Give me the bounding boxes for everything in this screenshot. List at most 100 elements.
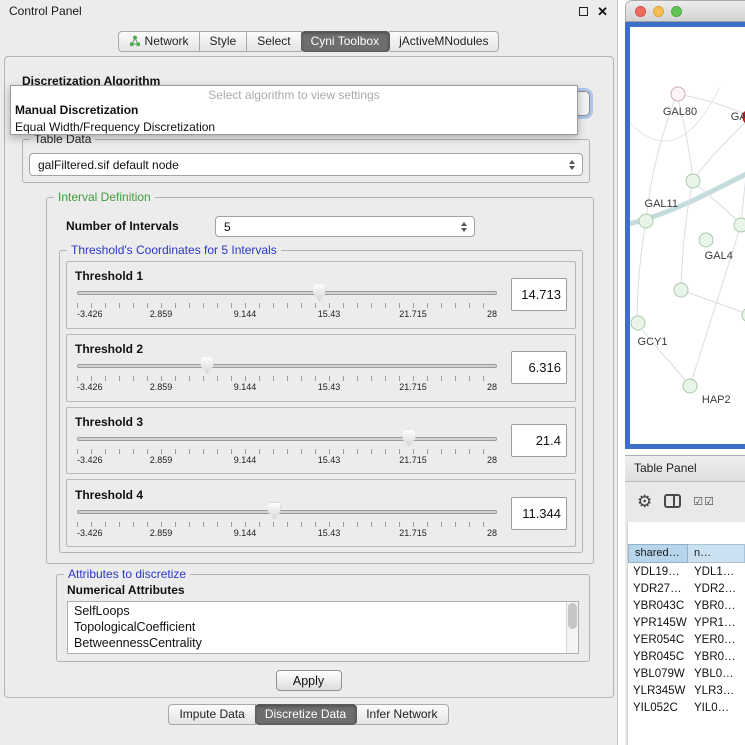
checkboxes-icon[interactable]: ☑☑ <box>693 495 715 508</box>
threshold-label: Threshold 4 <box>75 488 499 502</box>
threshold-label: Threshold 3 <box>75 415 499 429</box>
table-data-combo[interactable]: galFiltered.sif default node <box>29 153 583 176</box>
tab-label: Style <box>210 34 237 48</box>
table-data-group: Table Data galFiltered.sif default node <box>22 139 590 183</box>
tab-select[interactable]: Select <box>247 31 301 52</box>
network-node[interactable] <box>670 86 685 101</box>
table-row[interactable]: YBL079WYBL0… <box>628 665 745 682</box>
number-of-intervals-combo[interactable]: 5 <box>215 216 475 237</box>
bottom-tab-bar: Impute DataDiscretize DataInfer Network <box>0 704 617 725</box>
float-window-icon[interactable] <box>579 7 588 16</box>
table-cell: YLR3… <box>688 685 745 697</box>
table-panel-title: Table Panel <box>625 455 745 482</box>
gear-icon[interactable]: ⚙ <box>637 493 652 510</box>
threshold-slider[interactable] <box>77 284 497 302</box>
network-node[interactable] <box>630 316 645 331</box>
slider-thumb[interactable] <box>201 357 214 374</box>
tab-label: jActiveMNodules <box>399 34 488 48</box>
scrollbar-thumb[interactable] <box>568 603 577 629</box>
node-table: shared…n… YDL19…YDL1…YDR27…YDR2…YBR043CY… <box>627 522 745 745</box>
table-row[interactable]: YER054CYER0… <box>628 631 745 648</box>
slider-track[interactable] <box>77 291 497 295</box>
threshold-value-field[interactable]: 14.713 <box>511 278 567 311</box>
network-node-label: GA <box>731 111 745 123</box>
network-node-label: HAP2 <box>702 394 731 406</box>
threshold-value-field[interactable]: 21.4 <box>511 424 567 457</box>
tab-network[interactable]: Network <box>118 31 200 52</box>
slider-track[interactable] <box>77 437 497 441</box>
table-row[interactable]: YDR27…YDR2… <box>628 580 745 597</box>
slider-thumb[interactable] <box>313 284 326 301</box>
table-data-combo-value: galFiltered.sif default node <box>30 158 565 172</box>
network-node[interactable] <box>639 213 654 228</box>
network-node[interactable] <box>699 232 714 247</box>
slider-thumb[interactable] <box>402 430 415 447</box>
minimize-traffic-light[interactable] <box>653 6 664 17</box>
tab-impute-data[interactable]: Impute Data <box>168 704 255 725</box>
scale-label: 28 <box>487 382 497 392</box>
column-header[interactable]: n… <box>688 544 745 563</box>
apply-button[interactable]: Apply <box>276 670 342 691</box>
network-node[interactable] <box>674 282 689 297</box>
table-panel: ⚙ ☑☑ shared…n… YDL19…YDL1…YDR27…YDR2…YBR… <box>625 482 745 745</box>
table-row[interactable]: YDL19…YDL1… <box>628 563 745 580</box>
network-node-label: GAL4 <box>705 250 733 262</box>
scale-label: 2.859 <box>150 309 173 319</box>
network-focus-frame: GAL80GAGAL11GAL4GCY1HAP2 <box>625 22 745 449</box>
tab-infer-network[interactable]: Infer Network <box>356 704 448 725</box>
attribute-item[interactable]: TopologicalCoefficient <box>74 619 578 635</box>
scale-label: 9.144 <box>234 309 257 319</box>
close-icon[interactable]: ✕ <box>597 5 608 18</box>
tab-cyni-toolbox[interactable]: Cyni Toolbox <box>301 31 390 52</box>
tab-discretize-data[interactable]: Discretize Data <box>255 704 357 725</box>
attributes-scrollbar[interactable] <box>566 602 578 653</box>
tab-jactivemnodules[interactable]: jActiveMNodules <box>389 31 499 52</box>
attribute-item[interactable]: BetweennessCentrality <box>74 635 578 651</box>
scale-label: 15.43 <box>318 455 341 465</box>
slider-ticks <box>77 449 497 454</box>
slider-scale: -3.4262.8599.14415.4321.71528 <box>77 382 497 393</box>
close-traffic-light[interactable] <box>635 6 646 17</box>
table-row[interactable]: YLR345WYLR3… <box>628 682 745 699</box>
table-cell: YBR0… <box>688 651 745 663</box>
thresholds-group: Threshold's Coordinates for 5 Intervals … <box>59 250 583 553</box>
combo-stepper-icon <box>457 222 471 232</box>
threshold-value-field[interactable]: 11.344 <box>511 497 567 530</box>
algorithm-popup-options: Manual DiscretizationEqual Width/Frequen… <box>11 102 577 136</box>
table-row[interactable]: YPR145WYPR1… <box>628 614 745 631</box>
combo-stepper-icon <box>565 160 579 170</box>
threshold-slider[interactable] <box>77 430 497 448</box>
table-row[interactable]: YBR045CYBR0… <box>628 648 745 665</box>
attributes-group: Attributes to discretize Numerical Attri… <box>56 574 590 662</box>
network-canvas[interactable]: GAL80GAGAL11GAL4GCY1HAP2 <box>630 27 745 444</box>
table-row[interactable]: YIL052CYIL0… <box>628 699 745 716</box>
scale-label: 9.144 <box>234 455 257 465</box>
column-header[interactable]: shared… <box>628 544 688 563</box>
threshold-block: Threshold 4-3.4262.8599.14415.4321.71528… <box>66 479 576 547</box>
attribute-item[interactable]: SelfLoops <box>74 603 578 619</box>
table-cell: YBR043C <box>628 600 688 612</box>
algorithm-option[interactable]: Manual Discretization <box>11 102 577 119</box>
network-node[interactable] <box>685 174 700 189</box>
columns-icon[interactable] <box>664 494 681 508</box>
slider-track[interactable] <box>77 510 497 514</box>
numerical-attributes-heading: Numerical Attributes <box>67 583 185 597</box>
slider-track[interactable] <box>77 364 497 368</box>
table-cell: YBL079W <box>628 668 688 680</box>
table-cell: YDL1… <box>688 566 745 578</box>
tab-style[interactable]: Style <box>200 31 248 52</box>
slider-thumb[interactable] <box>268 503 281 520</box>
threshold-value-field[interactable]: 6.316 <box>511 351 567 384</box>
threshold-slider[interactable] <box>77 357 497 375</box>
algorithm-option[interactable]: Equal Width/Frequency Discretization <box>11 119 577 136</box>
attributes-listbox[interactable]: SelfLoopsTopologicalCoefficientBetweenne… <box>67 601 579 654</box>
zoom-traffic-light[interactable] <box>671 6 682 17</box>
network-node[interactable] <box>734 218 745 233</box>
threshold-slider[interactable] <box>77 503 497 521</box>
table-panel-toolbar: ⚙ ☑☑ <box>625 482 745 520</box>
screen: Control Panel ✕ NetworkStyleSelectCyni T… <box>0 0 745 745</box>
number-of-intervals-value: 5 <box>216 220 457 234</box>
table-row[interactable]: YBR043CYBR0… <box>628 597 745 614</box>
tab-label: Select <box>257 34 290 48</box>
network-node[interactable] <box>683 378 698 393</box>
